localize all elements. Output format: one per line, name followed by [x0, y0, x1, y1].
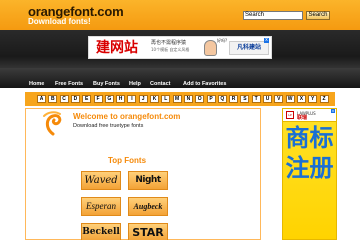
- alphabet-letter-e[interactable]: E: [82, 95, 92, 103]
- alphabet-letter-v[interactable]: V: [274, 95, 284, 103]
- alphabet-letter-u[interactable]: U: [263, 95, 272, 103]
- nav-item-contact[interactable]: Contact: [150, 81, 170, 87]
- alphabet-letter-n[interactable]: N: [183, 95, 193, 103]
- alphabet-letter-k[interactable]: K: [150, 95, 159, 103]
- alphabet-letter-i[interactable]: I: [127, 95, 137, 103]
- alphabet-letter-z[interactable]: Z: [319, 95, 329, 103]
- alphabet-letter-h[interactable]: H: [116, 95, 126, 103]
- ad-logo: 凡科建站: [229, 41, 269, 55]
- search-button[interactable]: Search: [306, 11, 330, 20]
- side-ad-header: LP LAWPLUS 联瑞 x: [283, 109, 336, 122]
- nav-item-free-fonts[interactable]: Free Fonts: [55, 81, 83, 87]
- alphabet-letter-r[interactable]: R: [229, 95, 239, 103]
- nav-item-add-to-favorites[interactable]: Add to Favorites: [183, 81, 226, 87]
- site-tagline: Download fonts!: [28, 17, 91, 26]
- ad-line-2: 10个模板 自定义风格: [151, 47, 190, 52]
- nav-item-home[interactable]: Home: [29, 81, 44, 87]
- font-tile-beckell[interactable]: Beckell: [81, 223, 121, 240]
- nav-item-help[interactable]: Help: [129, 81, 141, 87]
- ad-close-icon[interactable]: x: [264, 38, 269, 43]
- side-ad-text: 商标注册: [285, 124, 334, 182]
- search-input[interactable]: Search: [243, 11, 303, 20]
- nav-item-buy-fonts[interactable]: Buy Fonts: [93, 81, 120, 87]
- alphabet-letter-c[interactable]: C: [59, 95, 69, 103]
- font-name-esperan: Esperan: [86, 201, 116, 211]
- alphabet-letter-p[interactable]: P: [206, 95, 216, 103]
- site-header: orangefont.com Download fonts! Search Se…: [0, 0, 360, 30]
- side-ad-logo-icon: LP: [286, 111, 294, 119]
- alphabet-letter-l[interactable]: L: [161, 95, 171, 103]
- alphabet-letter-w[interactable]: W: [285, 95, 295, 103]
- alphabet-letter-x[interactable]: X: [296, 95, 306, 103]
- alphabet-letter-a[interactable]: A: [37, 95, 46, 103]
- alphabet-letter-j[interactable]: J: [138, 95, 148, 103]
- alphabet-letter-m[interactable]: M: [172, 95, 182, 103]
- side-ad-close-icon[interactable]: x: [331, 109, 335, 113]
- ad-character-image: [204, 40, 217, 56]
- alphabet-letter-y[interactable]: Y: [308, 95, 318, 103]
- font-tile-augbeck[interactable]: Augbeck: [128, 197, 168, 216]
- top-fonts-heading: Top Fonts: [107, 156, 147, 165]
- ad-speech-bubble: 好吗?: [217, 38, 228, 43]
- font-tile-esperan[interactable]: Esperan: [81, 197, 121, 216]
- alphabet-letter-f[interactable]: F: [93, 95, 103, 103]
- font-name-waved: Waved: [84, 175, 118, 186]
- alphabet-letter-d[interactable]: D: [70, 95, 80, 103]
- alphabet-letter-g[interactable]: G: [104, 95, 114, 103]
- orange-swirl-icon: [43, 111, 62, 136]
- side-banner-ad[interactable]: LP LAWPLUS 联瑞 x 商标注册: [282, 108, 337, 240]
- welcome-subtext: Download free truetype fonts: [73, 123, 144, 129]
- font-tile-night[interactable]: Night: [128, 171, 168, 190]
- alphabet-letter-o[interactable]: O: [195, 95, 205, 103]
- font-tile-star[interactable]: STAR: [128, 223, 168, 240]
- font-name-augbeck: Augbeck: [133, 202, 163, 211]
- main-nav: Home Free Fonts Buy Fonts Help Contact A…: [0, 68, 360, 88]
- alphabet-letter-b[interactable]: B: [48, 95, 58, 103]
- font-name-star: STAR: [132, 226, 164, 239]
- alphabet-letter-q[interactable]: Q: [217, 95, 227, 103]
- ad-headline: 建网站: [96, 40, 138, 56]
- top-banner-ad[interactable]: 建网站 再也不需程序猿 10个模板 自定义风格 好吗? 凡科建站 x: [88, 36, 272, 59]
- alphabet-bar: ABCDEFGHIJKLMNOPQRSTUVWXYZ: [25, 92, 335, 106]
- font-name-night: Night: [135, 175, 161, 185]
- side-ad-brand: 联瑞: [297, 115, 308, 121]
- welcome-heading: Welcome to orangefont.com: [73, 112, 181, 121]
- alphabet-letter-t[interactable]: T: [251, 95, 261, 103]
- ad-line-1: 再也不需程序猿: [151, 40, 187, 46]
- font-name-beckell: Beckell: [82, 227, 120, 237]
- font-tile-waved[interactable]: Waved: [81, 171, 121, 190]
- alphabet-letter-s[interactable]: S: [240, 95, 250, 103]
